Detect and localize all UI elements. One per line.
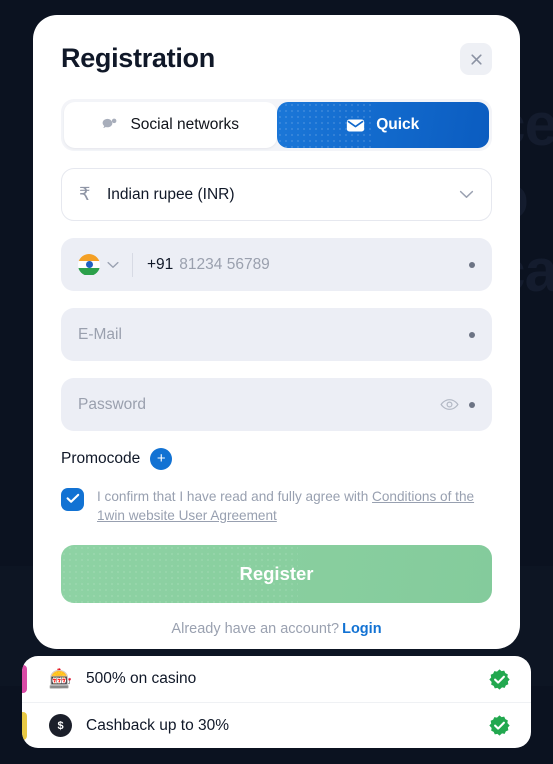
bonus-label-cashback: Cashback up to 30% <box>86 716 230 734</box>
page-title: Registration <box>61 43 215 73</box>
agreement-checkbox[interactable] <box>61 488 84 511</box>
phone-country-code: +91 <box>147 255 174 273</box>
password-field[interactable]: Password <box>61 378 492 431</box>
india-flag-icon <box>78 253 100 276</box>
phone-field[interactable]: +91 81234 56789 <box>61 238 492 291</box>
chevron-down-icon <box>107 261 119 269</box>
agreement-text: I confirm that I have read and fully agr… <box>97 487 492 525</box>
envelope-icon <box>346 118 365 133</box>
bonus-tab-cashback <box>22 712 27 740</box>
modal-header: Registration <box>61 41 492 83</box>
email-field[interactable]: E-Mail <box>61 308 492 361</box>
password-input[interactable]: Password <box>78 396 440 414</box>
country-select[interactable] <box>78 253 119 276</box>
bonus-row-casino[interactable]: 🎰 500% on casino <box>22 656 531 702</box>
login-link[interactable]: Login <box>342 621 381 637</box>
agreement-text-before: I confirm that I have read and fully agr… <box>97 489 373 504</box>
bonus-tab-casino <box>22 665 27 693</box>
cashback-icon: $ <box>48 713 73 738</box>
bonus-bar: 🎰 500% on casino $ Cashback up to 30% <box>22 656 531 748</box>
bonus-label-casino: 500% on casino <box>86 670 197 687</box>
tab-quick[interactable]: Quick <box>276 102 489 148</box>
check-icon <box>66 491 80 509</box>
phone-placeholder: 81234 56789 <box>179 255 270 273</box>
phone-required-dot <box>469 261 475 268</box>
rupee-icon: ₹ <box>79 184 91 204</box>
cashback-badge: $ <box>49 714 72 737</box>
login-prompt-row: Already have an account? Login <box>61 621 492 637</box>
field-divider <box>132 252 133 277</box>
password-required-dot <box>469 401 475 408</box>
email-placeholder: E-Mail <box>78 325 122 343</box>
registration-method-tabs: Social networks Quick <box>61 99 492 151</box>
chevron-down-icon <box>459 190 474 199</box>
registration-modal: Registration Social networks Quick ₹ Ind… <box>33 15 520 649</box>
add-promocode-button[interactable]: + <box>150 448 173 470</box>
tab-quick-label: Quick <box>376 116 420 133</box>
verified-check-icon <box>487 714 511 738</box>
currency-select[interactable]: ₹ Indian rupee (INR) <box>61 168 492 221</box>
promocode-row: Promocode + <box>61 448 492 470</box>
password-placeholder: Password <box>78 395 147 413</box>
register-button-label: Register <box>239 563 314 584</box>
verified-check-icon <box>487 667 511 691</box>
tab-social-networks-label: Social networks <box>130 116 240 133</box>
chat-bubble-icon <box>101 116 119 134</box>
currency-value: Indian rupee (INR) <box>107 185 235 203</box>
close-button[interactable] <box>460 43 492 75</box>
email-required-dot <box>469 331 475 338</box>
slot-machine-icon: 🎰 <box>48 669 73 690</box>
email-input[interactable]: E-Mail <box>78 326 459 344</box>
register-button[interactable]: Register <box>61 545 492 603</box>
tab-social-networks[interactable]: Social networks <box>64 102 277 148</box>
close-icon <box>469 52 484 67</box>
login-prompt-text: Already have an account? <box>171 621 340 637</box>
phone-input[interactable]: +91 81234 56789 <box>147 256 459 274</box>
plus-icon: + <box>156 450 166 467</box>
bonus-row-cashback[interactable]: $ Cashback up to 30% <box>22 702 531 748</box>
agreement-row: I confirm that I have read and fully agr… <box>61 487 492 525</box>
eye-icon[interactable] <box>440 398 459 411</box>
promocode-label: Promocode <box>61 450 141 467</box>
